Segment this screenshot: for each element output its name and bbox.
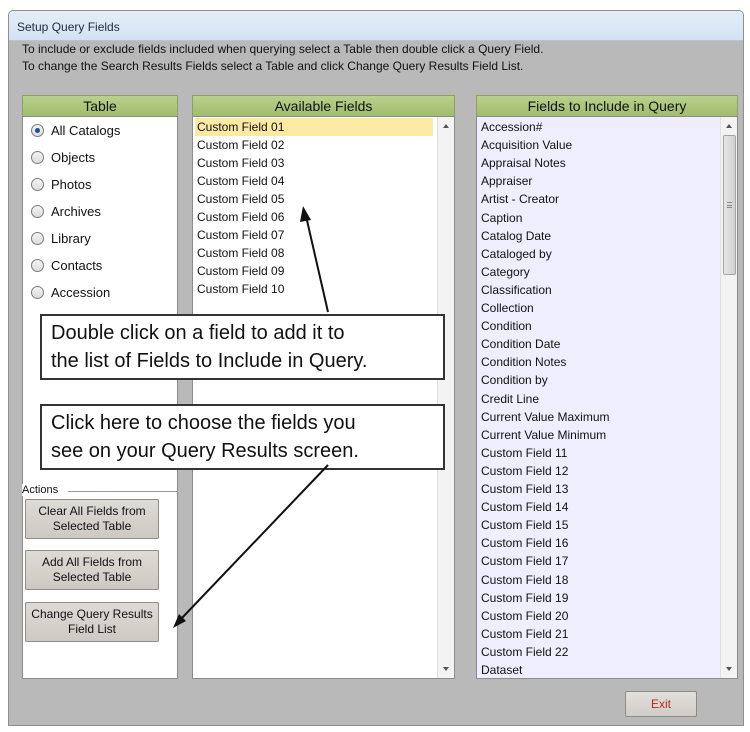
include-field-item[interactable]: Custom Field 22 — [479, 643, 568, 661]
include-field-item[interactable]: Custom Field 12 — [479, 462, 568, 480]
available-field-item[interactable]: Custom Field 08 — [195, 244, 433, 262]
radio-checked-icon[interactable] — [31, 123, 44, 137]
table-header: Table — [22, 95, 178, 117]
available-field-item[interactable]: Custom Field 04 — [195, 172, 433, 190]
change-query-results-button[interactable]: Change Query Results Field List — [25, 602, 159, 642]
scroll-up-icon[interactable] — [726, 124, 732, 128]
table-option-label: Archives — [51, 203, 101, 219]
scrollbar-thumb[interactable] — [723, 135, 736, 275]
include-field-item[interactable]: Acquisition Value — [479, 136, 572, 154]
available-fields-scrollbar[interactable] — [437, 117, 454, 678]
include-field-item[interactable]: Custom Field 15 — [479, 516, 568, 534]
callout-line: Click here to choose the fields you — [51, 412, 356, 434]
table-option-label: Library — [51, 230, 91, 246]
include-field-item[interactable]: Credit Line — [479, 390, 539, 408]
available-field-item[interactable]: Custom Field 05 — [195, 190, 433, 208]
radio-unchecked-icon[interactable] — [31, 258, 44, 272]
table-option[interactable]: Contacts — [31, 256, 102, 274]
scroll-down-icon[interactable] — [443, 667, 449, 671]
table-panel: All Catalogs Objects Photos Archives Library… — [22, 116, 178, 679]
include-field-item[interactable]: Custom Field 13 — [479, 480, 568, 498]
include-field-item[interactable]: Classification — [479, 281, 552, 299]
radio-unchecked-icon[interactable] — [31, 285, 44, 299]
include-field-item[interactable]: Custom Field 17 — [479, 552, 568, 570]
available-field-item[interactable]: Custom Field 03 — [195, 154, 433, 172]
available-fields-header: Available Fields — [192, 95, 455, 117]
radio-unchecked-icon[interactable] — [31, 204, 44, 218]
table-option[interactable]: Archives — [31, 202, 101, 220]
table-option-label: Contacts — [51, 257, 103, 273]
radio-unchecked-icon[interactable] — [31, 231, 44, 245]
callout-line: see on your Query Results screen. — [51, 440, 359, 462]
table-option[interactable]: Photos — [31, 175, 91, 193]
radio-unchecked-icon[interactable] — [31, 150, 44, 164]
include-field-item[interactable]: Cataloged by — [479, 245, 552, 263]
available-field-item[interactable]: Custom Field 06 — [195, 208, 433, 226]
table-option[interactable]: Accession — [31, 283, 110, 301]
include-field-item[interactable]: Caption — [479, 209, 522, 227]
include-field-item[interactable]: Appraisal Notes — [479, 154, 566, 172]
include-field-item[interactable]: Catalog Date — [479, 227, 551, 245]
add-all-fields-button[interactable]: Add All Fields from Selected Table — [25, 550, 159, 590]
table-option[interactable]: Objects — [31, 148, 95, 166]
include-field-item[interactable]: Condition by — [479, 371, 548, 389]
include-field-item[interactable]: Custom Field 21 — [479, 625, 568, 643]
table-option-label: Photos — [51, 176, 92, 192]
table-option[interactable]: Library — [31, 229, 91, 247]
include-field-item[interactable]: Custom Field 11 — [479, 444, 567, 462]
table-option[interactable]: All Catalogs — [31, 121, 120, 139]
fields-to-include-list[interactable]: Dataset Custom Field 22 Custom Field 21 Cus… — [476, 116, 738, 679]
include-field-item[interactable]: Dataset — [479, 661, 522, 678]
include-field-item[interactable]: Custom Field 14 — [479, 498, 568, 516]
available-field-item[interactable]: Custom Field 02 — [195, 136, 433, 154]
include-field-item[interactable]: Appraiser — [479, 172, 532, 190]
fields-to-include-header: Fields to Include in Query — [476, 95, 738, 117]
available-field-item[interactable]: Custom Field 07 — [195, 226, 433, 244]
available-field-item[interactable]: Custom Field 10 — [195, 280, 433, 298]
scroll-up-icon[interactable] — [443, 124, 449, 128]
window-title: Setup Query Fields — [9, 11, 743, 41]
instructions: To include or exclude fields included wh… — [22, 41, 543, 75]
table-option-label: Accession — [51, 284, 111, 300]
include-field-item[interactable]: Custom Field 20 — [479, 607, 568, 625]
include-field-item[interactable]: Category — [479, 263, 530, 281]
scroll-down-icon[interactable] — [726, 667, 732, 671]
exit-button[interactable]: Exit — [625, 691, 697, 717]
include-field-item[interactable]: Collection — [479, 299, 534, 317]
include-field-item[interactable]: Current Value Minimum — [479, 426, 606, 444]
callout-line: the list of Fields to Include in Query. — [51, 350, 368, 372]
include-field-item[interactable]: Condition Date — [479, 335, 560, 353]
double-click-callout: Double click on a field to add it to the… — [40, 314, 445, 380]
include-fields-scrollbar[interactable] — [720, 117, 737, 678]
table-option-label: All Catalogs — [51, 122, 121, 138]
include-field-item[interactable]: Condition Notes — [479, 353, 566, 371]
actions-label: Actions — [22, 484, 63, 496]
include-field-item[interactable]: Current Value Maximum — [479, 408, 609, 426]
radio-unchecked-icon[interactable] — [31, 177, 44, 191]
instruction-line-2: To change the Search Results Fields sele… — [22, 59, 524, 73]
available-fields-list[interactable]: Custom Field 01 Custom Field 02 Custom Fie… — [192, 116, 455, 679]
include-field-item[interactable]: Custom Field 18 — [479, 571, 568, 589]
include-field-item[interactable]: Custom Field 19 — [479, 589, 568, 607]
callout-line: Double click on a field to add it to — [51, 322, 345, 344]
include-field-item[interactable]: Condition — [479, 317, 532, 335]
change-fields-callout: Click here to choose the fields you see … — [40, 404, 445, 470]
include-field-item[interactable]: Custom Field 16 — [479, 534, 568, 552]
instruction-line-1: To include or exclude fields included wh… — [22, 42, 544, 56]
include-field-item[interactable]: Accession# — [479, 118, 542, 136]
actions-divider — [68, 491, 178, 492]
available-field-item[interactable]: Custom Field 09 — [195, 262, 433, 280]
available-field-item[interactable]: Custom Field 01 — [195, 118, 433, 136]
include-field-item[interactable]: Artist - Creator — [479, 190, 559, 208]
clear-all-fields-button[interactable]: Clear All Fields from Selected Table — [25, 499, 159, 539]
table-option-label: Objects — [51, 149, 96, 165]
